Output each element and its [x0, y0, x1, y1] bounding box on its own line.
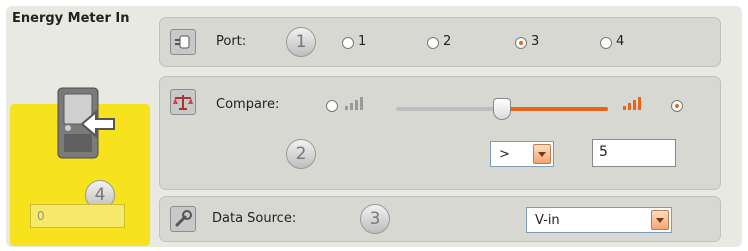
scale-icon [170, 89, 196, 115]
chevron-down-icon[interactable] [533, 144, 551, 164]
signal-low-icon [345, 97, 363, 110]
plug-number-badge-1: 1 [286, 27, 316, 57]
port-radio-4[interactable] [600, 37, 612, 49]
plug-number-badge-3: 3 [360, 204, 390, 234]
data-source-value: V-in [535, 213, 560, 228]
port-panel: Port: 1 1 2 3 4 [159, 17, 721, 67]
compare-high-radio[interactable] [671, 100, 683, 112]
compare-value-input[interactable]: 5 [592, 139, 676, 167]
port-option-4-label: 4 [616, 34, 625, 49]
compare-panel: Compare: 2 > 5 [159, 76, 721, 190]
compare-slider-thumb[interactable] [493, 98, 511, 120]
signal-high-icon [623, 97, 641, 110]
data-source-panel: Data Source: 3 V-in [159, 196, 721, 242]
chevron-down-icon[interactable] [651, 210, 669, 230]
plug-icon [170, 29, 196, 55]
wrench-icon [170, 206, 196, 232]
block-title: Energy Meter In [12, 11, 130, 26]
port-label: Port: [216, 34, 247, 49]
port-option-1-label: 1 [358, 34, 367, 49]
port-radio-2[interactable] [427, 37, 439, 49]
energy-output-field: 0 [30, 204, 125, 228]
compare-operator-value: > [499, 147, 510, 162]
port-radio-3[interactable] [515, 37, 527, 49]
port-option-2-label: 2 [443, 34, 452, 49]
plug-number-badge-2: 2 [286, 139, 316, 169]
compare-low-radio[interactable] [326, 100, 338, 112]
energy-meter-icon [57, 87, 115, 159]
compare-operator-dropdown[interactable]: > [490, 141, 554, 167]
data-source-label: Data Source: [212, 211, 297, 226]
compare-label: Compare: [216, 97, 280, 112]
compare-slider-fill [502, 107, 608, 111]
data-source-dropdown[interactable]: V-in [526, 207, 672, 233]
port-radio-1[interactable] [342, 37, 354, 49]
port-option-3-label: 3 [531, 34, 540, 49]
